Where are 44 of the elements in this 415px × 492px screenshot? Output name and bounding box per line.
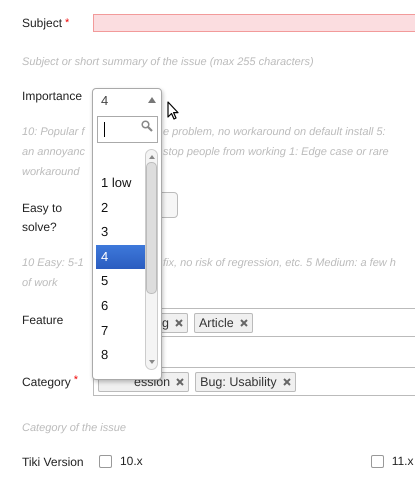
help-text: Subject or short summary of the issue (max 255 characters) [22,55,315,70]
tag-chip[interactable]: Bug: Usability [195,372,296,392]
checkbox-label: 11.x [392,454,414,468]
dropdown-option[interactable]: 2 [96,196,149,220]
help-text: 10 Easy: 5-1 [22,256,84,271]
dropdown-option[interactable]: 7 [96,318,149,344]
search-field[interactable] [97,116,158,143]
field-label: Subject [22,15,62,31]
remove-icon[interactable] [176,378,184,386]
required-mark: * [74,374,78,386]
field-label: Importance [22,88,82,104]
remove-icon[interactable] [240,318,248,326]
help-text: fix, no risk of regression, etc. 5 Medium: a few h [163,256,396,271]
field-label: Category [22,374,71,390]
dropdown-option[interactable]: 1 low [96,171,149,196]
dropdown-option[interactable]: 5 [96,269,149,294]
checkbox[interactable] [99,454,112,468]
help-text: of work [22,276,58,291]
scrollbar[interactable] [145,149,158,370]
field-label: Easy to solve? [22,200,64,236]
checkbox-label: 10.x [120,454,143,468]
scroll-up-icon[interactable] [148,155,154,159]
tag-chip[interactable]: Article [194,312,253,332]
help-text: Category of the issue [22,421,127,436]
help-text: e problem, no workaround on default install 5: [163,125,386,140]
field-label: Tiki Version [22,454,84,470]
help-text: stop people from working 1: Edge case or rare [163,145,389,160]
dropdown-option[interactable]: 3 [96,220,149,245]
scroll-down-icon[interactable] [148,360,154,364]
search-icon [141,120,153,132]
caret-icon [148,97,156,103]
checkbox[interactable] [370,454,384,468]
field-label: Feature [22,312,64,328]
dropdown-option[interactable]: 6 [96,294,149,319]
dropdown-option[interactable]: 8 [96,343,149,368]
select-field[interactable]: 4 [93,89,161,111]
help-text: workaround [22,165,80,180]
remove-icon[interactable] [282,378,291,386]
remove-icon[interactable] [174,318,183,326]
help-text: 10: Popular f [22,125,84,140]
required-mark: * [65,17,70,29]
help-text: an annoyanc [22,145,85,160]
subject-field[interactable] [93,14,415,32]
cursor-icon [167,101,179,120]
